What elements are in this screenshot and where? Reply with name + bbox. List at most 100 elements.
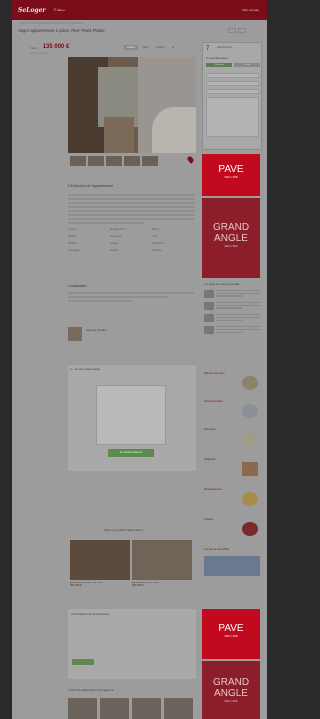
ad-label: PAVE (218, 623, 244, 634)
thumbnail[interactable] (106, 156, 122, 166)
other-listings-title: 3 Voir les autres biens de l'agence (68, 688, 114, 692)
promo-moving[interactable]: Déménagement (204, 488, 260, 512)
map-pin-icon[interactable] (186, 155, 195, 164)
phone-button[interactable]: Téléphone (206, 63, 232, 67)
seloger-logo[interactable]: SeLoger (18, 7, 46, 14)
feature-item: Terrasse (152, 249, 162, 252)
promo-estimate[interactable]: Estimez votre bien (204, 372, 260, 396)
ad-dimensions: 300 x 250 (224, 175, 238, 179)
feature-item: Parking (68, 242, 77, 245)
loan-simulator: 3 Simulateur de financement (68, 609, 196, 679)
page: SeLoger ☰ Menu Mon compte Accueil › Acha… (12, 0, 267, 719)
related-list (204, 290, 260, 338)
related-title: Les biens en vente à proximité (204, 283, 240, 286)
favorite-icon[interactable]: ★ (169, 45, 177, 50)
promo-insurance[interactable]: Assurance (204, 428, 260, 452)
listing-thumb[interactable] (68, 698, 97, 719)
related-item[interactable] (204, 326, 260, 335)
contact-form-box: 2 - Je suis intéressé(e) Je contacte l'a… (68, 365, 196, 471)
agent-name: Agence contact (86, 328, 107, 332)
promo-title: Assurance (204, 428, 216, 431)
features-grid: 1 pièce Surface 75 m² Balcon Étage 2 Asc… (68, 228, 194, 252)
feature-item: Cave (152, 235, 158, 238)
promo-title: Les prix de l'immobilier (204, 548, 230, 551)
ad-label: GRAND ANGLE (212, 222, 250, 244)
feature-item: Chauffage (68, 249, 80, 252)
promo-title: Crédit immobilier (204, 400, 223, 403)
ad-pave[interactable]: PAVE 300 x 250 (202, 154, 260, 196)
card-price: 350 000 € (70, 584, 82, 587)
similar-title: Vous en pourriez aussi aimer... (104, 528, 146, 532)
tab-video[interactable]: Vidéo (139, 45, 152, 50)
loan-title: 3 Simulateur de financement (71, 612, 110, 616)
promo-prices[interactable]: Les prix de l'immobilier (204, 548, 260, 588)
thumbnail[interactable] (124, 156, 140, 166)
promo-title: Déménagement (204, 488, 222, 491)
contact-agency-button[interactable]: Je contacte l'agence (108, 449, 154, 457)
feature-item: Interphone (152, 242, 164, 245)
feature-item: Ascenseur (110, 235, 122, 238)
feature-item: Étage 2 (68, 235, 77, 238)
agency-name[interactable]: Agence Immo (217, 46, 232, 49)
promo-title: Diagnostic (204, 458, 216, 461)
contact-label: Je suis intéressé(e) (206, 57, 228, 60)
related-item[interactable] (204, 290, 260, 298)
email-field[interactable] (206, 81, 259, 86)
related-item[interactable] (204, 302, 260, 311)
email-button[interactable]: E-mail (234, 63, 260, 67)
description-text (68, 194, 194, 226)
contact-form-title: 2 - Je suis intéressé(e) (70, 367, 101, 371)
media-tabs: Photos Vidéo Quartier ★ (124, 45, 177, 50)
related-item[interactable] (204, 314, 260, 323)
phone-field[interactable] (206, 89, 259, 94)
description-title: L'Exécution de l'appartement (68, 184, 113, 188)
ad-dimensions: 300 x 600 (224, 699, 238, 703)
ad-grand-angle[interactable]: GRAND ANGLE 300 x 600 (202, 198, 260, 278)
ad-label: GRAND ANGLE (212, 677, 250, 699)
menu-button[interactable]: ☰ Menu (54, 8, 65, 12)
ad-pave-2[interactable]: PAVE 300 x 250 (202, 609, 260, 659)
promo-credit[interactable]: Crédit immobilier (204, 400, 260, 424)
main-photo[interactable] (68, 57, 196, 153)
message-field[interactable] (206, 97, 259, 137)
thumbnail[interactable] (142, 156, 158, 166)
share-icon[interactable] (228, 28, 236, 33)
print-icon[interactable] (238, 28, 246, 33)
share-icons (228, 28, 246, 33)
photo-thumbnails (70, 156, 158, 166)
tab-quartier[interactable]: Quartier (153, 45, 168, 50)
thumbnail[interactable] (70, 156, 86, 166)
listing-thumb[interactable] (164, 698, 193, 719)
promo-title: Travaux (204, 518, 213, 521)
similar-card[interactable]: Appartement 2 pièces 75m² Paris 350 000 … (70, 540, 130, 598)
account-link[interactable]: Mon compte (242, 8, 259, 12)
location-title: Localisation (68, 284, 87, 288)
listing-thumb[interactable] (100, 698, 129, 719)
listing-thumb[interactable] (132, 698, 161, 719)
card-price: 380 000 € (132, 584, 144, 587)
feature-item: Surface 75 m² (110, 228, 126, 231)
simulate-button[interactable] (72, 659, 94, 665)
price-label: Vente (30, 46, 38, 50)
name-field[interactable] (206, 73, 259, 78)
tab-photos[interactable]: Photos (124, 45, 139, 50)
top-bar: SeLoger ☰ Menu Mon compte (12, 0, 267, 20)
price-subtitle: Honoraires inclus (30, 52, 49, 55)
price-row: Vente 135 000 € (30, 44, 69, 50)
thumbnail[interactable] (88, 156, 104, 166)
similar-card[interactable]: Appartement 2 pièces Paris 380 000 € (132, 540, 192, 598)
listing-title: Vager appartement 1 pièce 75m² Paris Pla… (18, 28, 105, 33)
promo-works[interactable]: Travaux (204, 518, 260, 542)
location-text (68, 292, 194, 304)
feature-item: 1 pièce (68, 228, 77, 231)
contact-sidebar: 7 Agence Immo Je suis intéressé(e) Télép… (202, 42, 262, 188)
message-textarea[interactable] (96, 385, 166, 445)
feature-item: Balcon (152, 228, 160, 231)
agency-logo: 7 (206, 46, 210, 52)
ad-grand-angle-2[interactable]: GRAND ANGLE 300 x 600 (202, 661, 260, 719)
other-listings (68, 698, 193, 719)
breadcrumb[interactable]: Accueil › Achat › Appartement › Paris 17… (18, 22, 83, 25)
promo-diagnostic[interactable]: Diagnostic (204, 458, 260, 482)
feature-item: Cuisine (110, 249, 119, 252)
ad-label: PAVE (218, 164, 244, 175)
